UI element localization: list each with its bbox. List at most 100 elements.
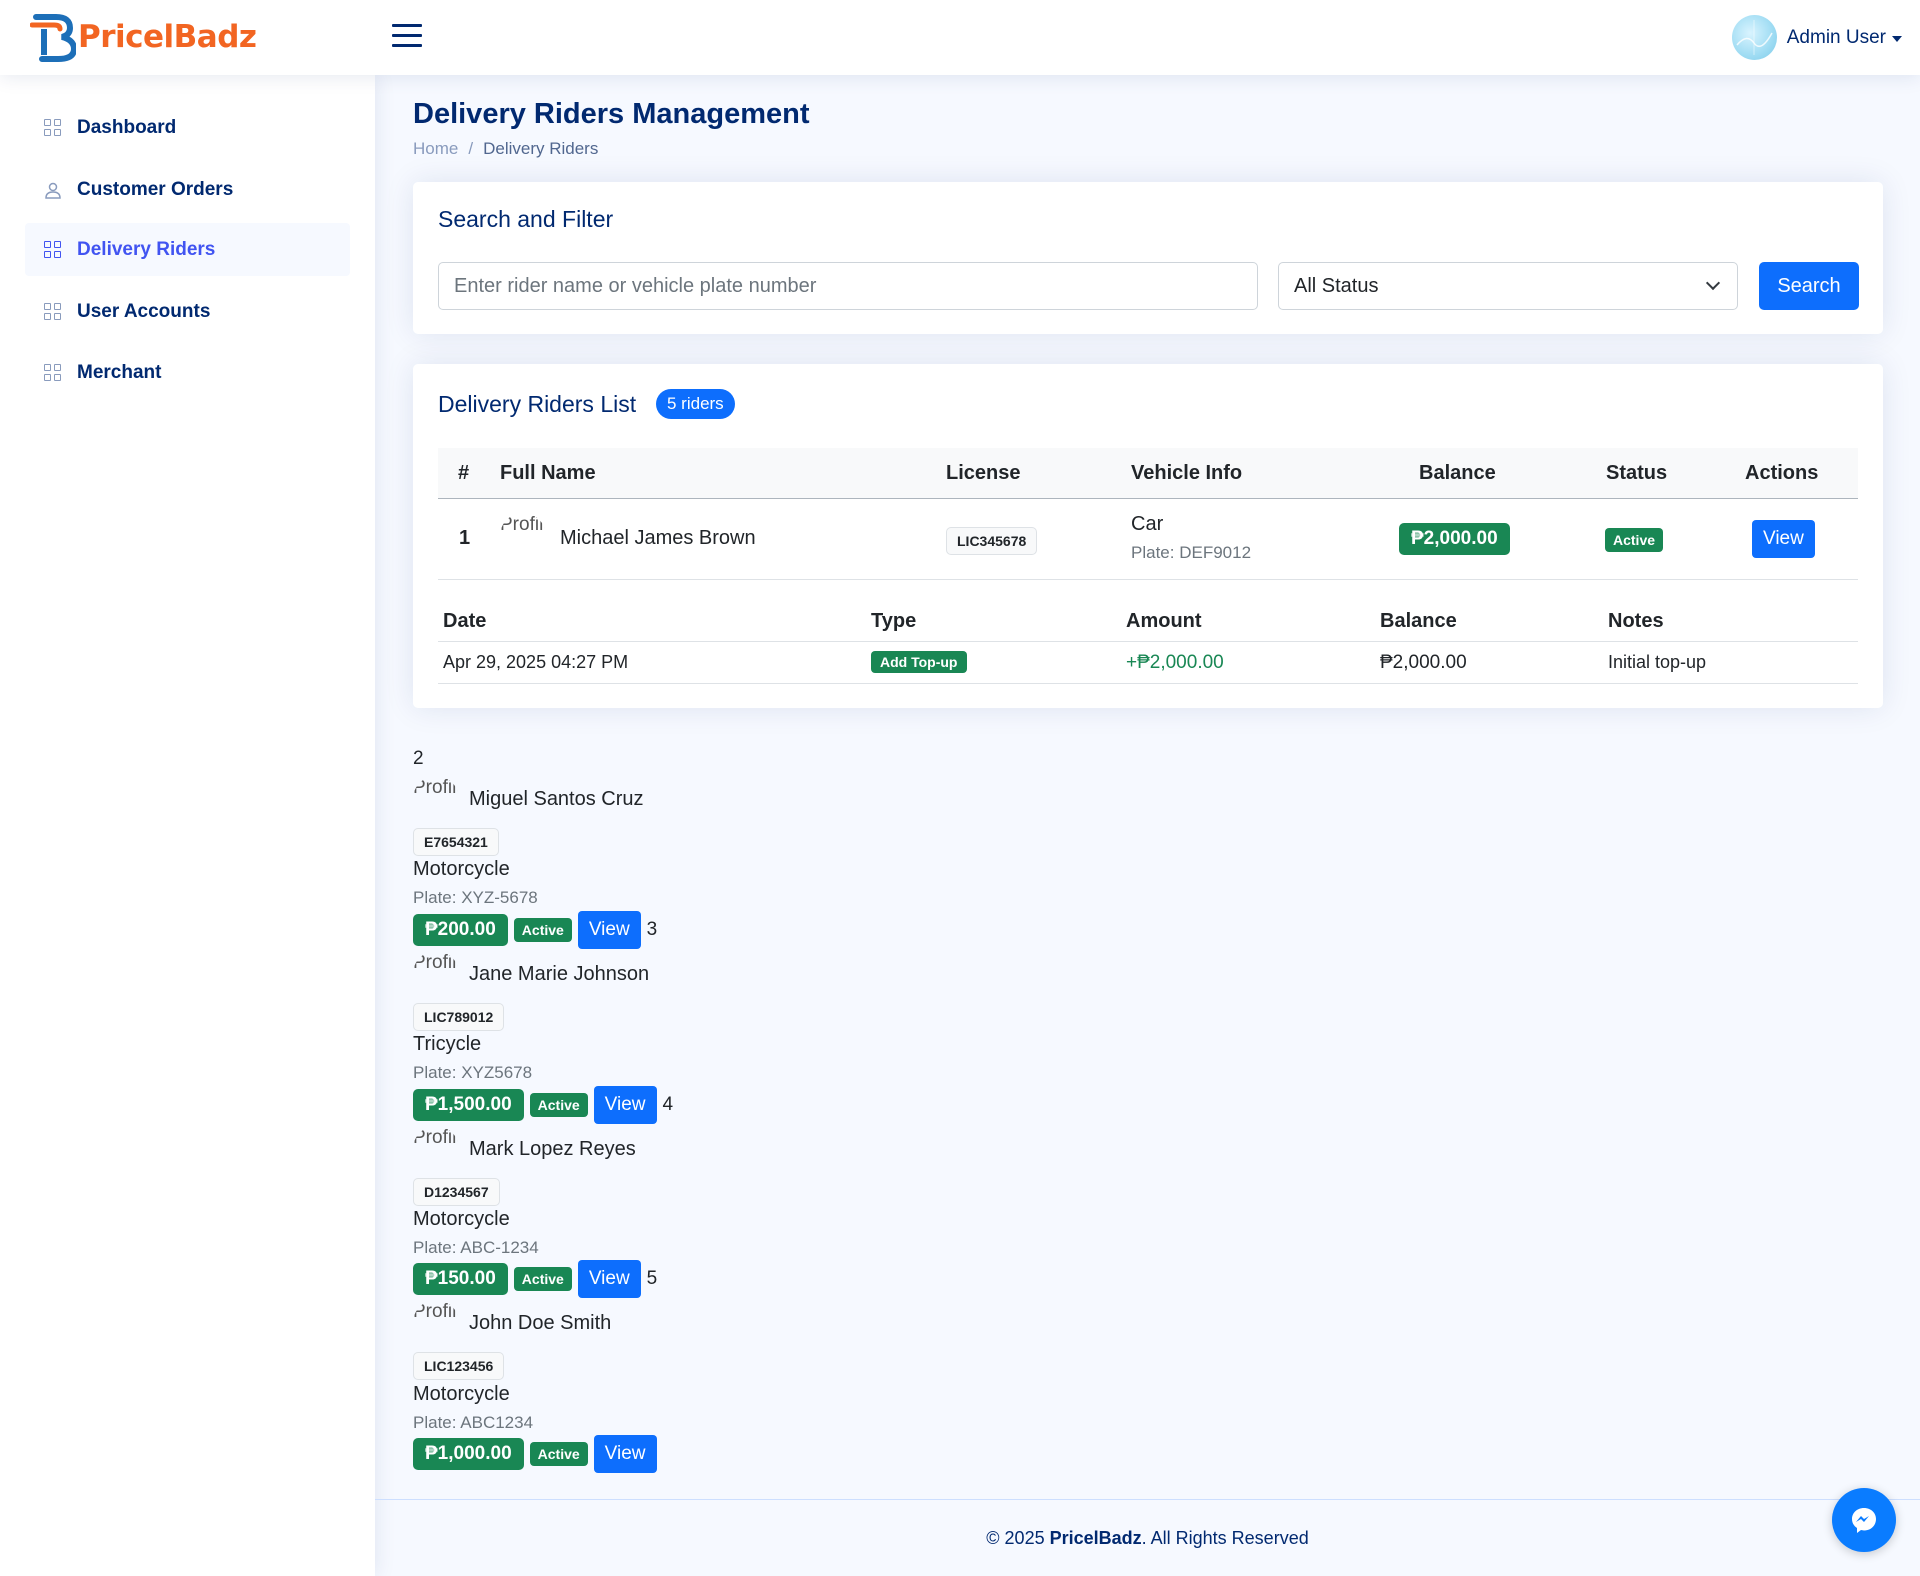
brand-name: PricelBadz — [78, 19, 257, 55]
breadcrumb-home-link[interactable]: Home — [413, 139, 458, 159]
column-header: Actions — [1745, 462, 1819, 484]
profile-image: Profile — [500, 513, 546, 559]
brand-logo[interactable]: PricelBadz — [30, 11, 257, 63]
column-header: Status — [1606, 462, 1668, 484]
transaction-amount: +₱2,000.00 — [1126, 652, 1224, 673]
row-actions: ₱150.00 Active View 5 — [413, 1260, 663, 1298]
sidebar-item-merchant[interactable]: Merchant — [25, 346, 350, 399]
footer-suffix: . All Rights Reserved — [1141, 1528, 1309, 1548]
search-button[interactable]: Search — [1759, 262, 1859, 310]
user-name: Admin User — [1786, 26, 1886, 48]
transaction-notes: Initial top-up — [1608, 652, 1707, 672]
table-row[interactable]: 1 Profile Michael James Brown LIC345678 … — [438, 499, 1858, 580]
transaction-row: Apr 29, 2025 04:27 PM Add Top-up +₱2,000… — [438, 642, 1858, 684]
messenger-chat-icon[interactable] — [1832, 1488, 1896, 1552]
view-button[interactable]: View — [1752, 520, 1815, 558]
row-number: 5 — [646, 1268, 658, 1289]
rider-name: John Doe Smith — [469, 1311, 612, 1334]
page-title: Delivery Riders Management — [413, 98, 810, 130]
search-input[interactable] — [438, 262, 1258, 310]
column-header: Type — [871, 610, 917, 632]
caret-down-icon — [1892, 35, 1902, 42]
status-badge: Active — [529, 1442, 588, 1466]
status-select[interactable]: All Status — [1278, 262, 1738, 310]
profile-image: Profile — [413, 777, 459, 798]
sidebar-item-customer-orders[interactable]: Customer Orders — [25, 163, 350, 216]
column-header: Date — [443, 610, 487, 632]
status-badge: Active — [513, 918, 572, 942]
balance-badge: ₱1,500.00 — [413, 1089, 524, 1121]
profile-image: Profile — [413, 952, 459, 973]
card-title: Delivery Riders List — [438, 391, 637, 417]
rider-name: Mark Lopez Reyes — [469, 1137, 636, 1160]
view-button[interactable]: View — [577, 911, 641, 949]
rider-count-badge: 5 riders — [656, 389, 735, 419]
rider-name: Jane Marie Johnson — [469, 962, 650, 985]
search-filter-card: Search and Filter All Status Search — [413, 182, 1883, 334]
status-badge: Active — [529, 1093, 588, 1117]
grid-icon — [43, 363, 63, 383]
rider-name-block: Profile Miguel Santos Cruz — [413, 776, 644, 822]
row-number: 1 — [459, 527, 471, 549]
license-badge: LIC789012 — [413, 1003, 505, 1031]
rider-name: Miguel Santos Cruz — [469, 787, 644, 810]
vehicle-plate: Plate: ABC-1234 — [413, 1238, 539, 1257]
status-badge: Active — [1605, 528, 1664, 552]
vehicle-plate: Plate: ABC1234 — [413, 1413, 534, 1432]
license-badge: LIC123456 — [413, 1352, 505, 1380]
status-select-value: All Status — [1294, 274, 1379, 297]
column-header: Balance — [1419, 462, 1496, 484]
sidebar-item-label: Dashboard — [77, 116, 177, 138]
balance-badge: ₱2,000.00 — [1399, 523, 1510, 555]
balance-badge: ₱200.00 — [413, 914, 508, 946]
avatar — [1731, 15, 1777, 60]
sidebar-item-label: Merchant — [77, 361, 162, 383]
transaction-type-badge: Add Top-up — [871, 651, 967, 673]
sidebar-item-user-accounts[interactable]: User Accounts — [25, 285, 350, 338]
user-menu[interactable]: Admin User — [1731, 15, 1902, 60]
row-number: 2 — [413, 748, 424, 769]
view-button[interactable]: View — [593, 1435, 657, 1473]
vehicle-type: Motorcycle — [413, 858, 510, 880]
vehicle-type: Motorcycle — [413, 1208, 510, 1230]
balance-badge: ₱150.00 — [413, 1263, 508, 1295]
column-header: Amount — [1126, 610, 1202, 632]
column-header: License — [946, 462, 1021, 484]
sidebar: Dashboard Customer Orders Delivery Rider… — [0, 75, 375, 1576]
grid-icon — [43, 118, 63, 138]
license-badge: D1234567 — [413, 1178, 500, 1206]
column-header: Notes — [1608, 610, 1664, 632]
sidebar-item-label: Delivery Riders — [77, 238, 216, 260]
view-button[interactable]: View — [577, 1260, 641, 1298]
vehicle-type: Motorcycle — [413, 1383, 510, 1405]
vehicle-type: Tricycle — [413, 1033, 482, 1055]
rider-name: Michael James Brown — [560, 527, 756, 549]
status-badge: Active — [513, 1267, 572, 1291]
sidebar-item-dashboard[interactable]: Dashboard — [25, 101, 350, 154]
column-header: Full Name — [500, 462, 596, 484]
row-number: 4 — [662, 1094, 674, 1115]
vehicle-plate: Plate: XYZ-5678 — [413, 888, 538, 907]
row-actions: ₱1,500.00 Active View 4 — [413, 1086, 679, 1124]
breadcrumb-separator: / — [468, 139, 474, 158]
profile-image: Profile — [413, 1127, 459, 1148]
vehicle-type: Car — [1131, 513, 1164, 535]
transactions-header: Date Type Amount Balance Notes — [438, 602, 1858, 642]
card-title: Search and Filter — [438, 206, 614, 232]
sidebar-item-label: User Accounts — [77, 300, 211, 322]
breadcrumb: Home / Delivery Riders — [413, 139, 598, 159]
sidebar-item-delivery-riders[interactable]: Delivery Riders — [25, 223, 350, 276]
logo-mark-icon — [30, 14, 76, 62]
view-button[interactable]: View — [593, 1086, 657, 1124]
column-header: Vehicle Info — [1131, 462, 1243, 484]
person-icon — [43, 180, 63, 200]
top-header: PricelBadz Admin User — [0, 0, 1920, 75]
riders-list-card: Delivery Riders List 5 riders # Full Nam… — [413, 364, 1883, 708]
rider-name-block: Profile Jane Marie Johnson — [413, 951, 649, 997]
column-header: Balance — [1380, 610, 1457, 632]
table-header: # Full Name License Vehicle Info Balance… — [438, 448, 1858, 499]
rider-name-block: Profile Mark Lopez Reyes — [413, 1126, 636, 1172]
menu-toggle-icon[interactable] — [392, 24, 422, 50]
chevron-down-icon — [1705, 275, 1721, 291]
transaction-balance: ₱2,000.00 — [1380, 652, 1467, 673]
